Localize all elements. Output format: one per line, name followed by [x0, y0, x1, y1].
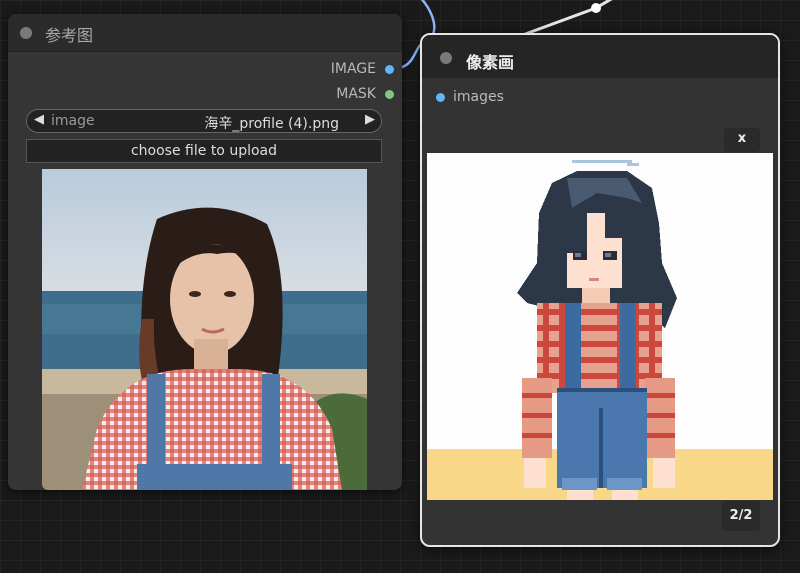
- node-header[interactable]: 参考图: [8, 14, 402, 52]
- output-label-image: IMAGE: [330, 61, 376, 77]
- node-title: 像素画: [466, 53, 515, 72]
- arrow-left-icon[interactable]: ◀: [34, 112, 44, 127]
- upload-button[interactable]: choose file to upload: [26, 139, 382, 163]
- combo-label: image: [51, 113, 95, 129]
- close-preview-button[interactable]: x: [724, 128, 760, 152]
- image-combo-widget[interactable]: ◀ image 海辛_profile (4).png ▶: [26, 109, 382, 133]
- reference-photo: [42, 169, 367, 490]
- collapse-dot-icon[interactable]: [440, 52, 452, 64]
- arrow-right-icon[interactable]: ▶: [365, 112, 375, 127]
- image-counter: 2/2: [722, 501, 760, 531]
- node-header[interactable]: 像素画: [422, 35, 778, 78]
- other-link: [519, 0, 613, 38]
- load-image-node[interactable]: 参考图 IMAGE MASK ◀ image 海辛_profile (4).pn…: [8, 14, 402, 490]
- output-slot-image[interactable]: [385, 65, 394, 74]
- pixel-art-preview: [427, 153, 773, 500]
- input-label-images: images: [453, 89, 504, 105]
- node-title: 参考图: [45, 26, 94, 45]
- link-reroute-point: [591, 3, 601, 13]
- preview-image-node[interactable]: 像素画 images x 2/2: [420, 33, 780, 547]
- input-slot-images[interactable]: [436, 93, 445, 102]
- output-slot-mask[interactable]: [385, 90, 394, 99]
- collapse-dot-icon[interactable]: [20, 27, 32, 39]
- combo-value: 海辛_profile (4).png: [204, 116, 339, 132]
- output-label-mask: MASK: [336, 86, 376, 102]
